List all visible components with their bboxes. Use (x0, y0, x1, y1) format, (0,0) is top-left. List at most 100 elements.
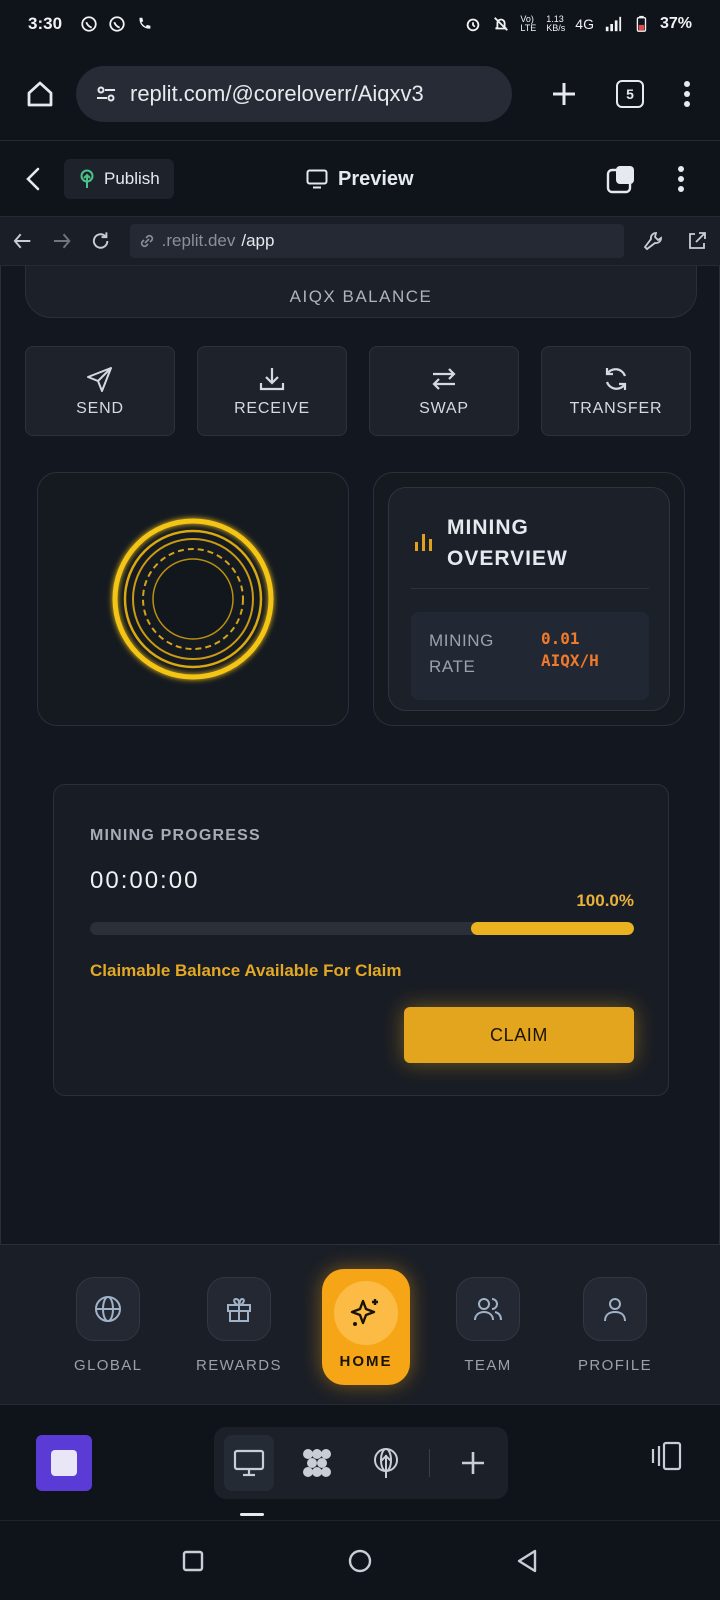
progress-percent: 100.0% (576, 891, 634, 910)
transfer-button[interactable]: TRANSFER (541, 346, 691, 436)
mining-rate-label: MINING RATE (429, 631, 494, 676)
mining-rate-value: 0.01 AIQX/H (541, 629, 599, 670)
link-icon (140, 234, 153, 248)
url-text: replit.com/@coreloverr/Aiqxv3 (130, 81, 424, 106)
preview-title: Preview (338, 167, 414, 190)
home-icon (27, 81, 53, 107)
claimable-text: Claimable Balance Available For Claim (90, 961, 402, 980)
nav-home[interactable]: HOME (322, 1269, 410, 1385)
android-nav-bar (0, 1520, 720, 1600)
panels-button[interactable] (648, 1441, 682, 1476)
send-button[interactable]: SEND (25, 346, 175, 436)
preview-url-field[interactable]: .replit.dev/app (129, 224, 624, 258)
stop-button[interactable] (36, 1435, 92, 1491)
monitor-icon (306, 169, 328, 189)
divider (428, 1449, 430, 1477)
swap-button[interactable]: SWAP (369, 346, 519, 436)
overview-title: MINING OVERVIEW (447, 516, 568, 570)
tab-switcher-button[interactable]: 5 (616, 80, 644, 108)
call-icon (139, 17, 151, 29)
mining-progress-card: MINING PROGRESS 00:00:00 100.0% Claimabl… (53, 784, 669, 1096)
net-speed: 1.13 KB/s (546, 14, 566, 33)
add-tool-button[interactable] (448, 1435, 498, 1491)
globe-icon (95, 1296, 122, 1322)
battery-percent: 37% (659, 15, 692, 32)
wallet-actions: SEND RECEIVE SWAP TRANSFER (25, 346, 697, 436)
replit-toolbar (0, 1404, 720, 1520)
swap-label: SWAP (419, 400, 469, 417)
wrench-icon[interactable] (642, 230, 664, 252)
bar-chart-icon (415, 534, 432, 551)
back-arrow-icon[interactable] (12, 230, 33, 252)
status-bar: 3:30 Vo) LTE 1.13 KB/s 4G 37% (0, 0, 720, 48)
site-settings-icon[interactable] (94, 82, 118, 106)
app-viewport: AIQX BALANCE SEND RECEIVE SWAP TRANSFER (0, 266, 720, 1244)
preview-path: /app (241, 231, 275, 250)
forward-arrow-icon[interactable] (51, 230, 72, 252)
progress-fill (470, 922, 634, 935)
sparkles-icon (350, 1299, 378, 1326)
mute-icon (494, 17, 509, 31)
progress-track (90, 922, 634, 935)
send-icon (87, 367, 112, 392)
progress-timer: 00:00:00 (90, 867, 200, 894)
more-menu-icon[interactable] (682, 80, 692, 108)
status-time: 3:30 (28, 14, 63, 33)
tool-switcher (214, 1427, 508, 1499)
android-back-icon[interactable] (515, 1548, 539, 1574)
mining-overview-card: MINING OVERVIEW MINING RATE 0.01 AIQX/H (373, 472, 685, 726)
balance-label: AIQX BALANCE (289, 287, 433, 306)
users-icon (474, 1298, 502, 1321)
new-tab-icon[interactable] (550, 80, 578, 108)
recents-icon[interactable] (181, 1549, 205, 1573)
signal-icon (605, 16, 622, 32)
active-tool-indicator (240, 1513, 264, 1516)
whatsapp-icon (109, 16, 125, 32)
user-icon (603, 1298, 626, 1322)
address-bar[interactable]: replit.com/@coreloverr/Aiqxv3 (76, 66, 512, 122)
stop-icon (51, 1450, 77, 1476)
nav-global[interactable]: GLOBAL (74, 1277, 142, 1374)
back-chevron-icon[interactable] (24, 166, 42, 192)
browser-toolbar: replit.com/@coreloverr/Aiqxv3 5 (0, 48, 720, 140)
app-bottom-nav: GLOBAL REWARDS HOME TEAM PROFILE (0, 1244, 720, 1404)
nav-team[interactable]: TEAM (456, 1277, 520, 1374)
preview-tab[interactable]: Preview (306, 141, 414, 217)
more-options-icon[interactable] (676, 165, 686, 193)
volte-icon: Vo) LTE (520, 14, 537, 33)
replit-header: Publish Preview (0, 140, 720, 216)
transfer-label: TRANSFER (569, 400, 663, 417)
alarm-icon (467, 18, 480, 32)
deploy-tool-button[interactable] (361, 1435, 411, 1491)
android-home-icon[interactable] (347, 1548, 373, 1574)
gift-icon (226, 1297, 251, 1322)
mining-rate-box: MINING RATE 0.01 AIQX/H (411, 612, 649, 700)
mining-orb-card (37, 472, 349, 726)
receive-button[interactable]: RECEIVE (197, 346, 347, 436)
external-link-icon[interactable] (686, 230, 708, 252)
network-type: 4G (575, 16, 594, 32)
agent-icon (303, 1449, 332, 1477)
nav-profile[interactable]: PROFILE (578, 1277, 652, 1374)
battery-icon (636, 15, 647, 32)
nav-rewards[interactable]: REWARDS (196, 1277, 282, 1374)
divider (411, 588, 649, 589)
agent-tool-button[interactable] (292, 1435, 342, 1491)
mining-orb[interactable] (103, 509, 283, 689)
publish-label: Publish (104, 168, 160, 188)
swap-icon (432, 368, 456, 390)
refresh-icon (605, 368, 627, 390)
tabs-overview-icon[interactable] (606, 164, 636, 194)
reload-icon[interactable] (90, 230, 111, 252)
monitor-icon (234, 1449, 265, 1477)
send-label: SEND (76, 400, 124, 417)
panels-icon (651, 1441, 682, 1471)
publish-button[interactable]: Publish (64, 158, 174, 199)
receive-label: RECEIVE (234, 400, 310, 417)
plus-icon (461, 1452, 484, 1474)
claim-button[interactable]: CLAIM (404, 1007, 634, 1063)
preview-tool-button[interactable] (224, 1435, 275, 1491)
whatsapp-icon (81, 16, 97, 32)
publish-icon (80, 169, 94, 188)
home-button[interactable] (18, 72, 62, 116)
